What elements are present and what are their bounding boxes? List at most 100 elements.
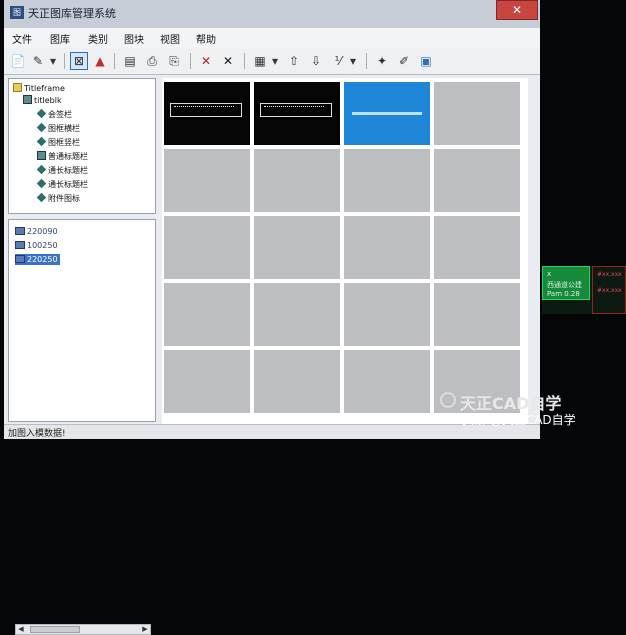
preview-cell-empty[interactable] — [164, 350, 250, 413]
window-icon[interactable]: ▣ — [418, 53, 434, 69]
category-tree: Titleframe titleblk 会签栏 图框横栏 图框竖栏 普通标题栏 … — [8, 78, 156, 214]
tree-item[interactable]: 普通标题栏 — [37, 151, 88, 162]
print-icon[interactable]: ⎙ — [144, 53, 160, 69]
edit-icon[interactable]: ✎ — [30, 53, 46, 69]
tree-item-label: 图框横栏 — [48, 124, 80, 133]
tree-item[interactable]: 附件图标 — [36, 192, 80, 204]
scroll-thumb[interactable] — [30, 626, 80, 633]
green-text: Pam 0.28 — [547, 290, 580, 298]
preview-cell-empty[interactable] — [164, 283, 250, 346]
title-bar[interactable]: 图 天正图库管理系统 ✕ — [4, 0, 540, 28]
preview-cell-empty[interactable] — [254, 149, 340, 212]
list-item-label: 220090 — [27, 227, 58, 236]
folder-icon — [13, 83, 22, 92]
preview-cell-black[interactable] — [164, 82, 250, 145]
list-item[interactable]: 220090 — [15, 226, 58, 237]
preview-cell-empty[interactable] — [434, 149, 520, 212]
block-icon — [15, 227, 25, 235]
menu-block[interactable]: 图块 — [124, 31, 144, 46]
preview-cell-empty[interactable] — [344, 149, 430, 212]
tree-root-label: Titleframe — [24, 84, 65, 93]
tree-item-label: 通长标题栏 — [48, 166, 88, 175]
select-frame-icon[interactable]: ⊠ — [70, 52, 88, 70]
preview-cell-empty[interactable] — [254, 350, 340, 413]
app-window: 图 天正图库管理系统 ✕ 文件 图库 类别 图块 视图 帮助 📄 ✎ ▾ ⊠ ▲… — [4, 0, 540, 635]
window-title: 天正图库管理系统 — [28, 7, 116, 20]
list-item-label: 220250 — [27, 255, 58, 264]
move-up-icon[interactable]: ⇧ — [286, 53, 302, 69]
preview-cell-empty[interactable] — [254, 283, 340, 346]
preview-cell-empty[interactable] — [254, 216, 340, 279]
tree-item[interactable]: 图框竖栏 — [36, 136, 80, 148]
list-item-label: 100250 — [27, 241, 58, 250]
tree-node-titleblk[interactable]: titleblk — [23, 95, 62, 106]
preview-cell-empty[interactable] — [434, 82, 520, 145]
tree-item-label: 普通标题栏 — [48, 152, 88, 161]
background-drawing-panel: x 西通道公建 Pam 0.28 #xx.xxx #xx.xxx — [542, 266, 626, 314]
diamond-icon — [36, 164, 47, 175]
red-text: #xx.xxx — [597, 287, 622, 294]
move-down-icon[interactable]: ⇩ — [308, 53, 324, 69]
diamond-icon — [36, 136, 47, 147]
close-icon[interactable]: ✕ — [220, 53, 236, 69]
red-label-block: #xx.xxx #xx.xxx — [592, 266, 626, 314]
tree-root[interactable]: Titleframe — [13, 83, 65, 94]
grid-view-icon[interactable]: ▦ — [252, 53, 268, 69]
preview-cell-empty[interactable] — [434, 283, 520, 346]
list-item-selected[interactable]: 220250 — [15, 254, 60, 265]
close-button[interactable]: ✕ — [496, 0, 538, 20]
chevron-down-icon[interactable]: ▾ — [48, 53, 58, 69]
block-preview-grid — [162, 78, 528, 424]
pen-icon[interactable]: ✐ — [396, 53, 412, 69]
copy-icon[interactable]: ⎘ — [166, 53, 182, 69]
green-text: x — [547, 270, 552, 278]
tree-item[interactable]: 图框横栏 — [36, 122, 80, 134]
preview-cell-empty[interactable] — [344, 350, 430, 413]
menu-category[interactable]: 类别 — [88, 31, 108, 46]
red-text: #xx.xxx — [597, 271, 622, 278]
warning-icon[interactable]: ▲ — [92, 53, 108, 69]
status-text: 加图入模数据! — [8, 429, 66, 439]
menu-view[interactable]: 视图 — [160, 31, 180, 46]
chevron-down-icon[interactable]: ▾ — [270, 53, 280, 69]
delete-icon[interactable]: ✕ — [198, 53, 214, 69]
preview-cell-empty[interactable] — [164, 216, 250, 279]
preview-cell-empty[interactable] — [344, 216, 430, 279]
list-icon[interactable]: ▤ — [122, 53, 138, 69]
tree-item[interactable]: 会签栏 — [36, 108, 72, 120]
tree-item-label: 会签栏 — [48, 110, 72, 119]
scroll-right-icon[interactable]: ▶ — [140, 625, 150, 634]
scroll-left-icon[interactable]: ◀ — [16, 625, 26, 634]
toolbar-separator — [190, 53, 191, 69]
list-item[interactable]: 100250 — [15, 240, 58, 251]
menu-bar: 文件 图库 类别 图块 视图 帮助 — [4, 28, 540, 48]
toolbar-separator — [114, 53, 115, 69]
menu-help[interactable]: 帮助 — [196, 31, 216, 46]
preview-cell-empty[interactable] — [434, 216, 520, 279]
menu-library[interactable]: 图库 — [50, 31, 70, 46]
app-icon: 图 — [10, 6, 24, 19]
toolbar-separator — [366, 53, 367, 69]
tree-item-label: 通长标题栏 — [48, 180, 88, 189]
tree-item[interactable]: 通长标题栏 — [36, 178, 88, 190]
sort-icon[interactable]: ⅟ — [330, 53, 346, 69]
watermark-small: 头条 @天正CAD自学 — [462, 413, 576, 427]
toolbar: 📄 ✎ ▾ ⊠ ▲ ▤ ⎙ ⎘ ✕ ✕ ▦ ▾ ⇧ ⇩ ⅟ ▾ ✦ ✐ ▣ — [4, 48, 540, 75]
tree-item[interactable]: 通长标题栏 — [36, 164, 88, 176]
preview-cell-empty[interactable] — [164, 149, 250, 212]
diamond-icon — [36, 178, 47, 189]
diamond-icon — [36, 192, 47, 203]
new-file-icon[interactable]: 📄 — [10, 53, 26, 69]
preview-cell-black[interactable] — [254, 82, 340, 145]
node-icon — [23, 95, 32, 104]
status-bar: 加图入模数据! — [4, 424, 540, 439]
green-text: 西通道公建 — [547, 281, 582, 289]
horizontal-scrollbar[interactable]: ◀ ▶ — [15, 624, 151, 635]
wechat-icon — [440, 392, 456, 408]
preview-cell-empty[interactable] — [344, 283, 430, 346]
pin-icon[interactable]: ✦ — [374, 53, 390, 69]
chevron-down-icon[interactable]: ▾ — [348, 53, 358, 69]
preview-cell-blue[interactable] — [344, 82, 430, 145]
menu-file[interactable]: 文件 — [12, 31, 32, 46]
toolbar-separator — [64, 53, 65, 69]
